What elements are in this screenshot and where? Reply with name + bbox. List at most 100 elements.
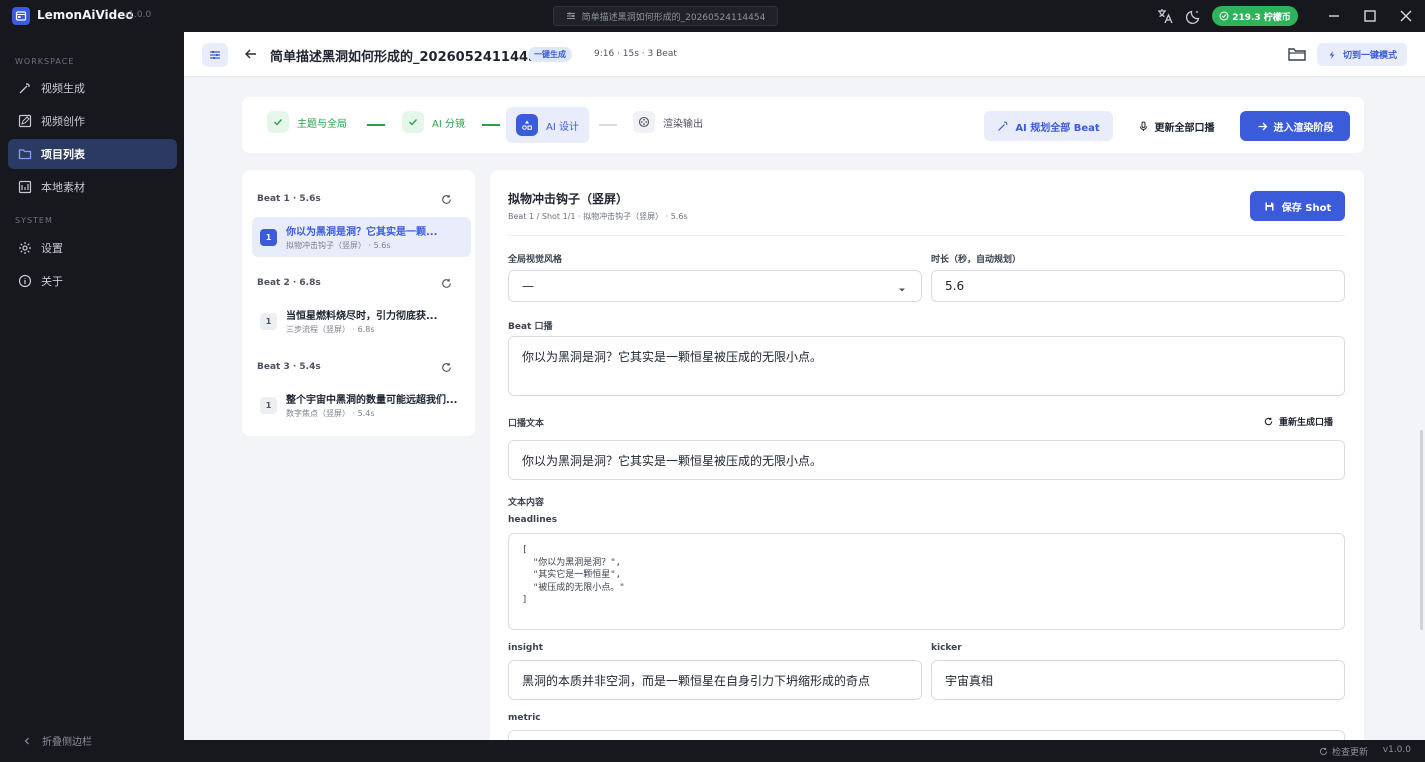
folder-icon [18, 147, 32, 161]
refresh-icon[interactable] [441, 278, 452, 289]
step-connector [599, 124, 617, 126]
sidebar-item-about[interactable]: 关于 [8, 266, 177, 296]
translate-icon[interactable] [1156, 7, 1174, 25]
shot-editor: 拟物冲击钩子（竖屏） Beat 1 / Shot 1/1 · 拟物冲击钩子（竖屏… [490, 170, 1364, 740]
headlines-editor[interactable]: [ "你以为黑洞是洞？", "其实它是一颗恒星", "被压成的无限小点。" ] [508, 533, 1345, 630]
list-item[interactable]: 1 当恒星燃料烧尽时，引力彻底获... 三步流程（竖屏） · 6.8s [252, 301, 471, 341]
step-connector [367, 124, 385, 126]
film-reel-icon [633, 111, 655, 133]
switch-oneclick-button[interactable]: 切到一键模式 [1317, 43, 1407, 66]
sliders-icon[interactable] [202, 43, 228, 67]
refresh-icon[interactable] [441, 362, 452, 373]
check-circle-icon [1219, 11, 1229, 21]
metric-input[interactable] [508, 730, 1345, 740]
switch-label: 切到一键模式 [1342, 51, 1397, 61]
microphone-icon [1138, 121, 1149, 132]
regenerate-voice-button[interactable]: 重新生成口播 [1264, 415, 1333, 428]
update-all-voice-button[interactable]: 更新全部口播 [1128, 111, 1224, 141]
metric-label: metric [508, 713, 541, 723]
step-label: 主题与全局 [297, 118, 347, 130]
shot-number: 1 [260, 312, 277, 330]
page-title: 简单描述黑洞如何形成的_20260524114454 [270, 50, 547, 65]
minimize-icon[interactable] [1326, 8, 1342, 24]
plan-all-beats-button[interactable]: AI 规划全部 Beat [984, 111, 1113, 141]
section-system: SYSTEM [15, 216, 53, 225]
shot-subtitle: 拟物冲击钩子（竖屏） · 5.6s [286, 241, 391, 250]
shot-number: 1 [260, 396, 277, 414]
insight-value: 黑洞的本质并非空洞，而是一颗恒星在自身引力下坍缩形成的奇点 [522, 673, 871, 688]
text-content-label: 文本内容 [508, 498, 545, 508]
step-render[interactable]: 渲染输出 [633, 111, 703, 133]
beat-header: Beat 1 · 5.6s [257, 194, 321, 204]
sidebar-item-label: 项目列表 [41, 148, 85, 161]
beat-voice-value: 你以为黑洞是洞？它其实是一颗恒星被压成的无限小点。 [522, 350, 823, 364]
style-select[interactable]: — [508, 270, 922, 302]
insight-input[interactable]: 黑洞的本质并非空洞，而是一颗恒星在自身引力下坍缩形成的奇点 [508, 660, 922, 700]
refresh-icon[interactable] [441, 194, 452, 205]
update-voice-label: 更新全部口播 [1154, 122, 1215, 134]
credits-value: 219.3 柠檬币 [1232, 12, 1291, 23]
app-logo-icon [12, 7, 30, 25]
document-title-pill[interactable]: 简单描述黑洞如何形成的_20260524114454 [553, 6, 778, 26]
save-shot-button[interactable]: 保存 Shot [1250, 191, 1345, 221]
enter-render-button[interactable]: 进入渲染阶段 [1240, 111, 1350, 141]
info-icon [18, 274, 32, 288]
collapse-label: 折叠侧边栏 [42, 737, 92, 748]
maximize-icon[interactable] [1362, 8, 1378, 24]
back-arrow-icon[interactable] [243, 46, 259, 62]
chevron-down-icon [897, 285, 907, 295]
shot-title: 你以为黑洞是洞？它其实是一颗... [286, 227, 438, 238]
check-icon [267, 111, 289, 133]
duration-value: 5.6 [945, 279, 965, 293]
lightning-icon [1327, 50, 1337, 60]
scrollbar[interactable] [1420, 430, 1423, 630]
close-icon[interactable] [1398, 8, 1414, 24]
voice-text-value: 你以为黑洞是洞？它其实是一颗恒星被压成的无限小点。 [522, 453, 823, 468]
check-update-label: 检查更新 [1331, 748, 1368, 758]
shot-title: 拟物冲击钩子（竖屏） [508, 192, 629, 206]
section-workspace: WORKSPACE [15, 57, 75, 66]
sidebar-item-video-generate[interactable]: 视频生成 [8, 73, 177, 103]
project-header: 简单描述黑洞如何形成的_20260524114454 一键生成 9:16 · 1… [184, 32, 1425, 77]
sliders-icon [566, 11, 576, 21]
list-item[interactable]: 1 整个宇宙中黑洞的数量可能远超我们... 数字焦点（竖屏） · 5.4s [252, 385, 471, 425]
refresh-icon [1319, 747, 1328, 756]
beat-voice-textarea[interactable]: 你以为黑洞是洞？它其实是一颗恒星被压成的无限小点。 [508, 336, 1345, 396]
list-item[interactable]: 1 你以为黑洞是洞？它其实是一颗... 拟物冲击钩子（竖屏） · 5.6s [252, 217, 471, 257]
voice-text-input[interactable]: 你以为黑洞是洞？它其实是一颗恒星被压成的无限小点。 [508, 440, 1345, 480]
sidebar-item-label: 关于 [41, 275, 63, 288]
duration-label: 时长（秒，自动规划） [931, 255, 1022, 265]
credits-badge[interactable]: 219.3 柠檬币 [1212, 6, 1298, 26]
voice-text-label: 口播文本 [508, 419, 545, 429]
theme-moon-icon[interactable] [1185, 7, 1203, 25]
workflow-stepper: 主题与全局 AI 分镜 AI 设计 渲染输出 AI 规划全部 Beat 更新全部… [242, 97, 1364, 153]
shot-subtitle: 数字焦点（竖屏） · 5.4s [286, 409, 375, 418]
step-storyboard[interactable]: AI 分镜 [402, 111, 465, 133]
sidebar-item-projects[interactable]: 项目列表 [8, 139, 177, 169]
shot-title: 当恒星燃料烧尽时，引力彻底获... [286, 311, 438, 322]
sidebar-item-video-create[interactable]: 视频创作 [8, 106, 177, 136]
kicker-value: 宇宙真相 [945, 673, 994, 688]
step-label: AI 分镜 [432, 118, 465, 130]
regenerate-label: 重新生成口播 [1279, 418, 1334, 428]
kicker-input[interactable]: 宇宙真相 [931, 660, 1345, 700]
check-update-button[interactable]: 检查更新 [1319, 745, 1368, 758]
style-label: 全局视觉风格 [508, 255, 563, 265]
title-bar: LemonAiVideo v1.0.0 简单描述黑洞如何形成的_20260524… [0, 0, 1425, 32]
sidebar-item-local-assets[interactable]: 本地素材 [8, 172, 177, 202]
collapse-sidebar-button[interactable]: 折叠侧边栏 [22, 733, 92, 748]
sidebar-item-settings[interactable]: 设置 [8, 233, 177, 263]
shot-breadcrumb: Beat 1 / Shot 1/1 · 拟物冲击钩子（竖屏） · 5.6s [508, 212, 688, 221]
duration-input[interactable]: 5.6 [931, 270, 1345, 302]
chevron-left-icon [22, 736, 32, 746]
step-label: 渲染输出 [663, 118, 703, 130]
step-connector [482, 124, 500, 126]
open-folder-icon[interactable] [1287, 45, 1307, 63]
sidebar-item-label: 视频创作 [41, 115, 85, 128]
step-design[interactable]: AI 设计 [506, 107, 589, 143]
step-theme[interactable]: 主题与全局 [267, 111, 347, 133]
sidebar-item-label: 视频生成 [41, 82, 85, 95]
shot-number: 1 [260, 228, 277, 246]
kicker-label: kicker [931, 643, 962, 653]
project-meta: 9:16 · 15s · 3 Beat [594, 49, 677, 59]
